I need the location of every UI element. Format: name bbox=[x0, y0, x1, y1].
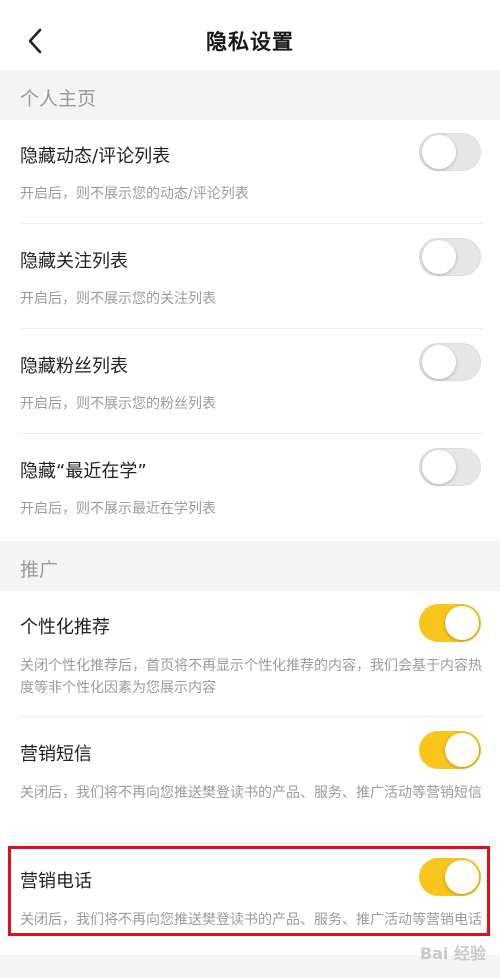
toggle-knob bbox=[422, 135, 456, 169]
hide-feed-toggle[interactable] bbox=[419, 133, 481, 171]
section-label: 推广 bbox=[20, 559, 59, 581]
personalized-recommend-toggle[interactable] bbox=[419, 604, 481, 642]
setting-description: 开启后，则不展示您的粉丝列表 bbox=[20, 396, 216, 412]
setting-description: 关闭个性化推荐后，首页将不再显示个性化推荐的内容，我们会基于内容热度等非个性化因… bbox=[20, 658, 482, 696]
setting-row-hide-following: 隐藏关注列表 开启后，则不展示您的关注列表 bbox=[0, 225, 500, 329]
divider bbox=[20, 843, 482, 844]
hide-following-toggle[interactable] bbox=[419, 238, 481, 276]
page-title: 隐私设置 bbox=[206, 30, 294, 54]
marketing-sms-toggle[interactable] bbox=[419, 731, 481, 769]
setting-row-hide-recent: 隐藏“最近在学” 开启后，则不展示最近在学列表 bbox=[0, 435, 500, 541]
toggle-knob bbox=[422, 345, 456, 379]
divider bbox=[20, 223, 482, 224]
setting-row-marketing-call: 营销电话 关闭后，我们将不再向您推送樊登读书的产品、服务、推广活动等营销电话 bbox=[0, 845, 500, 955]
setting-description: 开启后，则不展示您的动态/评论列表 bbox=[20, 186, 249, 202]
top-bar: 隐私设置 bbox=[0, 0, 500, 80]
toggle-knob bbox=[422, 450, 456, 484]
divider bbox=[20, 328, 482, 329]
setting-title: 个性化推荐 bbox=[20, 617, 110, 638]
setting-description: 关闭后，我们将不再向您推送樊登读书的产品、服务、推广活动等营销短信 bbox=[20, 785, 482, 801]
watermark-logo: Bai 经验 bbox=[419, 944, 486, 963]
setting-row-marketing-sms: 营销短信 关闭后，我们将不再向您推送樊登读书的产品、服务、推广活动等营销短信 bbox=[0, 718, 500, 844]
setting-title: 隐藏“最近在学” bbox=[20, 461, 147, 482]
hide-recent-toggle[interactable] bbox=[419, 448, 481, 486]
section-header-promotion: 推广 bbox=[0, 541, 500, 591]
setting-title: 营销电话 bbox=[20, 871, 92, 892]
setting-description: 关闭后，我们将不再向您推送樊登读书的产品、服务、推广活动等营销电话 bbox=[20, 912, 482, 928]
setting-title: 隐藏动态/评论列表 bbox=[20, 146, 171, 167]
toggle-knob bbox=[445, 860, 479, 894]
setting-title: 隐藏关注列表 bbox=[20, 251, 128, 272]
setting-title: 隐藏粉丝列表 bbox=[20, 356, 128, 377]
toggle-knob bbox=[445, 606, 479, 640]
toggle-knob bbox=[422, 240, 456, 274]
section-header-profile: 个人主页 bbox=[0, 70, 500, 120]
setting-row-hide-fans: 隐藏粉丝列表 开启后，则不展示您的粉丝列表 bbox=[0, 330, 500, 434]
toggle-knob bbox=[445, 733, 479, 767]
divider bbox=[20, 433, 482, 434]
setting-description: 开启后，则不展示您的关注列表 bbox=[20, 291, 216, 307]
setting-row-hide-feed: 隐藏动态/评论列表 开启后，则不展示您的动态/评论列表 bbox=[0, 120, 500, 224]
section-label: 个人主页 bbox=[20, 88, 97, 110]
setting-description: 开启后，则不展示最近在学列表 bbox=[20, 501, 216, 517]
hide-fans-toggle[interactable] bbox=[419, 343, 481, 381]
divider bbox=[20, 716, 482, 717]
setting-title: 营销短信 bbox=[20, 744, 92, 765]
setting-row-personalized: 个性化推荐 关闭个性化推荐后，首页将不再显示个性化推荐的内容，我们会基于内容热度… bbox=[0, 591, 500, 717]
marketing-call-toggle[interactable] bbox=[419, 858, 481, 896]
